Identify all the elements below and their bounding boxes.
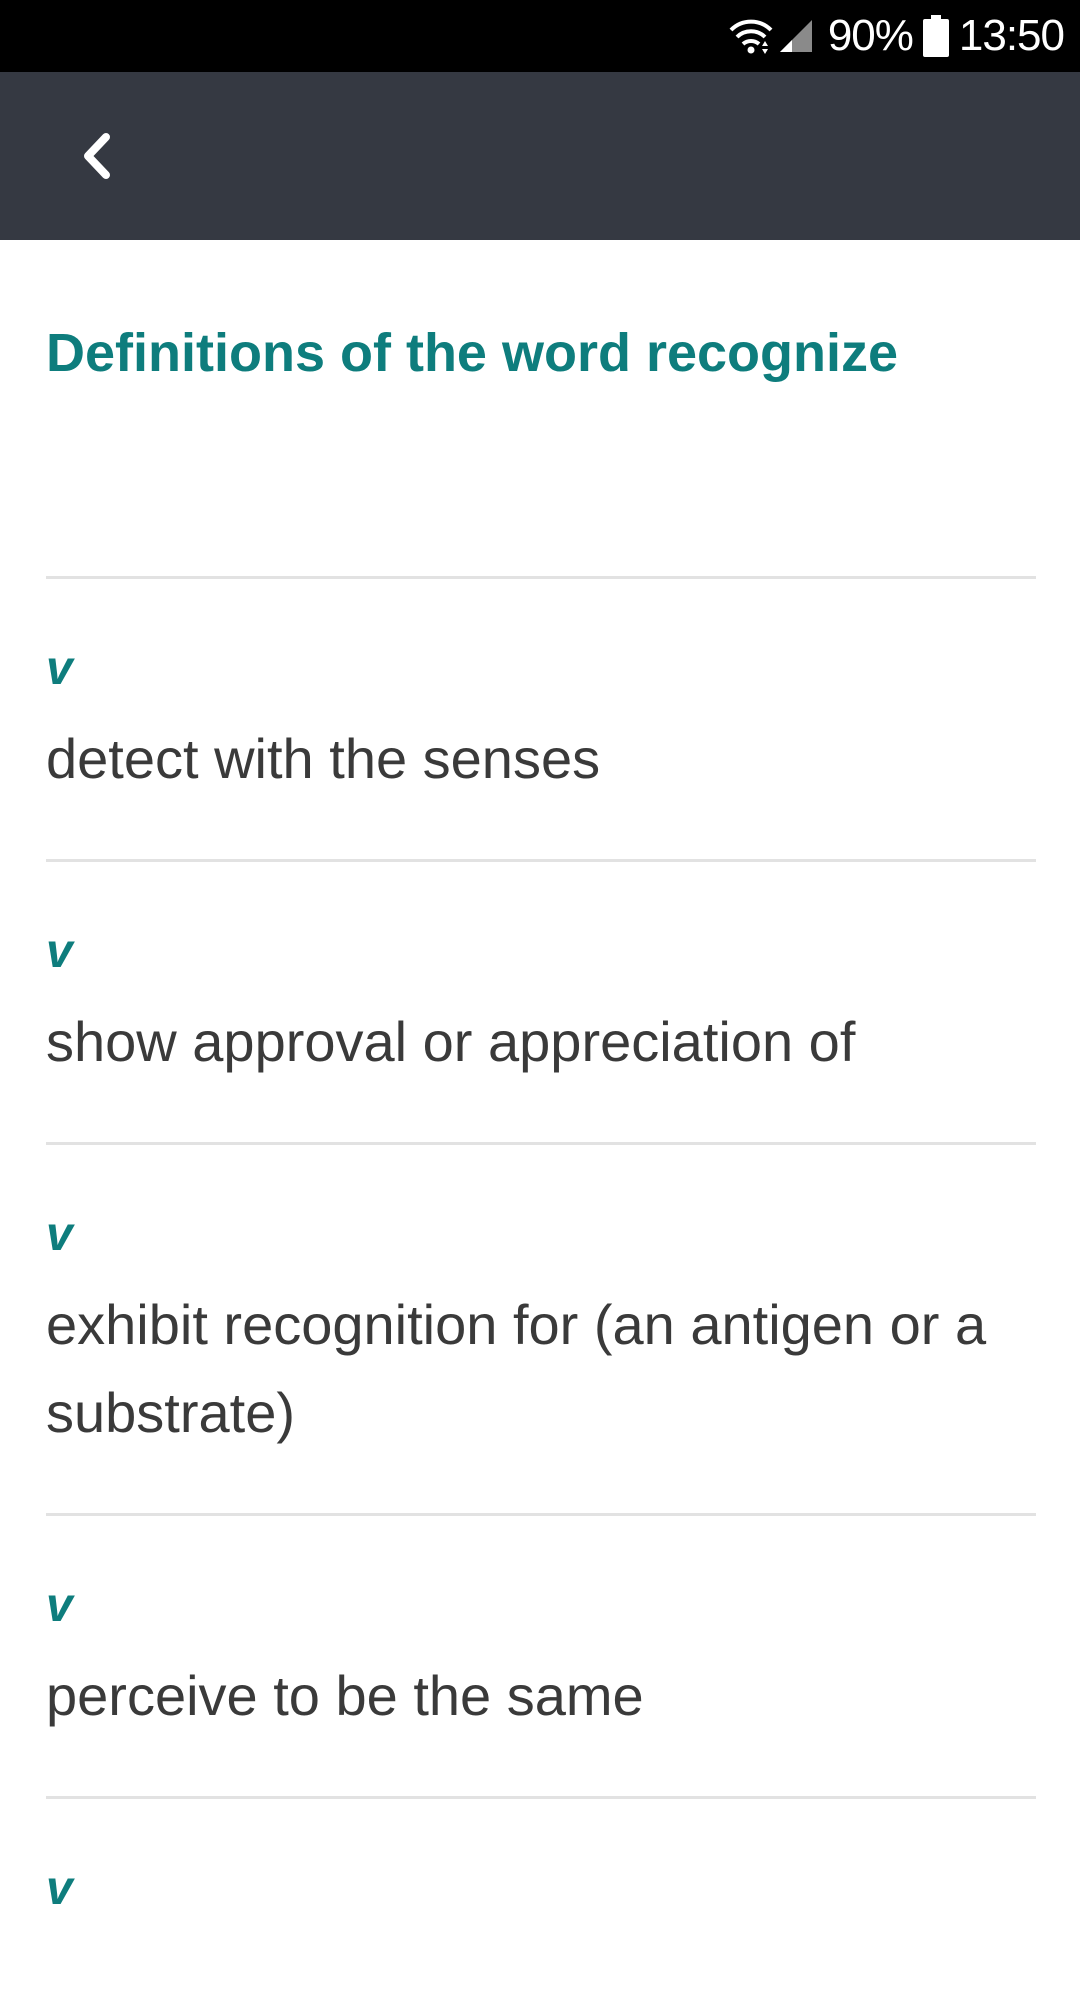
wifi-icon <box>729 19 773 54</box>
part-of-speech: v <box>46 1579 73 1632</box>
definitions-list: v detect with the senses v show approval… <box>46 576 1036 1991</box>
part-of-speech: v <box>46 1862 73 1915</box>
chevron-left-icon <box>84 133 110 179</box>
page-title: Definitions of the word recognize <box>46 323 899 383</box>
definition-item[interactable]: v <box>46 1796 1036 1991</box>
definition-item[interactable]: v detect with the senses <box>46 576 1036 859</box>
battery-percentage: 90% <box>827 11 914 60</box>
back-button[interactable] <box>56 116 136 196</box>
signal-icon <box>779 20 812 52</box>
definition-text: show approval or appreciation of <box>46 1010 856 1073</box>
definition-text: perceive to be the same <box>46 1664 644 1727</box>
definition-text: exhibit recognition for (an antigen or a… <box>46 1293 987 1444</box>
part-of-speech: v <box>46 925 73 978</box>
status-bar: 90% 13:50 <box>0 0 1080 72</box>
status-time: 13:50 <box>958 11 1065 60</box>
definition-item[interactable]: v show approval or appreciation of <box>46 859 1036 1142</box>
definition-item[interactable]: v exhibit recognition for (an antigen or… <box>46 1142 1036 1513</box>
battery-icon <box>922 15 949 57</box>
app-bar <box>0 72 1080 240</box>
definition-text: detect with the senses <box>46 727 601 790</box>
part-of-speech: v <box>46 1208 73 1261</box>
part-of-speech: v <box>46 642 73 695</box>
status-icons: 90% 13:50 <box>728 0 1065 72</box>
definition-item[interactable]: v perceive to be the same <box>46 1513 1036 1796</box>
